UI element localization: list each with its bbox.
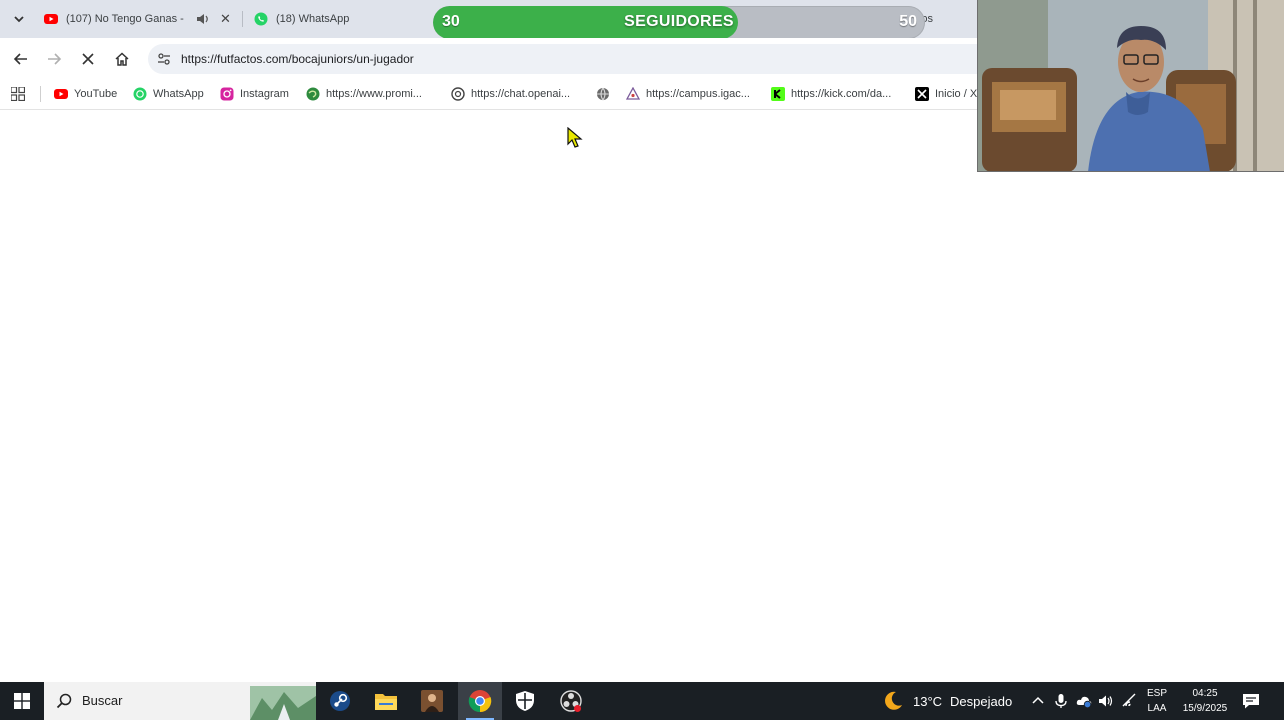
back-button[interactable] [10,48,32,70]
youtube-icon [54,89,68,99]
whatsapp-icon [133,87,147,101]
forward-button[interactable] [43,48,65,70]
bookmark-label: https://kick.com/da... [791,88,892,100]
bookmark-openai[interactable]: https://chat.openai... [451,86,570,102]
openai-icon [451,87,465,101]
moon-icon [885,691,902,710]
speaker-icon[interactable] [196,13,210,25]
tab-separator [242,11,243,27]
bookmark-youtube[interactable]: YouTube [54,86,117,102]
input-language[interactable]: ESP LAA [1146,686,1168,716]
x-icon [915,87,929,101]
bookmark-label: WhatsApp [153,88,204,100]
cloud-sync-icon[interactable] [1076,693,1092,709]
campus-icon [626,87,640,100]
bookmark-kick[interactable]: https://kick.com/da... [771,86,891,102]
folder-icon [375,694,397,710]
arrow-left-icon [13,53,27,65]
weather-widget[interactable]: 13°C Despejado [882,682,1012,720]
weather-temp: 13°C [913,693,943,709]
game-icon [421,690,443,712]
youtube-icon [44,14,58,24]
language-code: ESP [1146,688,1167,699]
apps-grid-icon[interactable] [11,87,25,101]
kick-icon [771,87,785,101]
weather-condition: Despejado [950,693,1013,709]
page-content [0,111,1284,682]
whatsapp-icon [254,12,268,26]
bookmark-separator [40,86,41,102]
taskbar-steam[interactable] [318,682,362,720]
system-clock[interactable]: 04:25 15/9/2025 [1176,686,1234,716]
taskbar: Buscar 13°C Despejado ESP LAA 04:25 15/9… [0,682,1284,720]
microphone-icon[interactable] [1053,693,1069,709]
close-icon [82,53,94,65]
site-settings-icon[interactable] [156,51,172,67]
bookmarks-bar: YouTube WhatsApp Instagram https://www.p… [0,78,980,110]
steam-icon [330,691,350,711]
taskbar-app-game[interactable] [410,682,454,720]
taskbar-file-explorer[interactable] [364,682,408,720]
home-button[interactable] [111,48,133,70]
wifi-icon[interactable] [1122,693,1138,709]
globe-green-icon [306,87,320,101]
tab-title: (18) WhatsApp [276,13,350,25]
goal-end-value: 50 [899,13,917,30]
bookmark-label: https://www.promi... [326,88,422,100]
bookmark-promi[interactable]: https://www.promi... [306,86,422,102]
mouse-cursor-icon [567,127,583,148]
search-icon [56,693,72,709]
tab-whatsapp[interactable]: (18) WhatsApp [254,6,424,32]
notification-icon[interactable] [1242,692,1260,710]
tab-search-button[interactable] [8,8,30,30]
taskbar-chrome[interactable] [458,682,502,720]
arrow-right-icon [48,53,62,65]
windows-icon [14,693,30,709]
chrome-icon [468,690,492,713]
search-highlight-image [250,686,316,720]
start-button[interactable] [0,682,44,720]
screen: (107) No Tengo Ganas - ✕ (18) WhatsApp ✕… [0,0,1284,720]
bookmark-globe[interactable] [596,86,616,102]
tab-youtube[interactable]: (107) No Tengo Ganas - [44,6,194,32]
globe-icon [597,87,609,101]
url-text[interactable]: https://futfactos.com/bocajuniors/un-jug… [181,52,414,66]
bookmark-instagram[interactable]: Instagram [220,86,289,102]
chevron-up-icon[interactable] [1030,693,1046,709]
address-bar[interactable]: https://futfactos.com/bocajuniors/un-jug… [148,44,980,74]
bookmark-x[interactable]: Inicio / X [915,86,977,102]
bookmark-label: Inicio / X [935,88,978,100]
goal-label: SEGUIDORES [624,13,734,30]
search-placeholder: Buscar [82,693,123,708]
tab-close-button[interactable]: ✕ [220,12,231,25]
taskbar-obs[interactable] [549,682,593,720]
bookmark-whatsapp[interactable]: WhatsApp [133,86,204,102]
home-icon [115,52,129,66]
tab-title: (107) No Tengo Ganas - [66,13,184,25]
webcam-feed [978,0,1284,171]
obs-icon [560,690,582,712]
bookmark-campus[interactable]: https://campus.igac... [626,86,750,102]
speaker-icon[interactable] [1098,693,1114,709]
chevron-down-icon [14,16,24,23]
bookmark-label: https://campus.igac... [646,88,750,100]
taskbar-search[interactable]: Buscar [44,682,316,720]
browser-toolbar: https://futfactos.com/bocajuniors/un-jug… [0,38,980,78]
webcam-overlay [977,0,1284,172]
bookmark-label: Instagram [240,88,289,100]
instagram-icon [220,87,234,101]
clock-date: 15/9/2025 [1182,703,1228,714]
shield-icon [516,691,534,711]
taskbar-security[interactable] [503,682,547,720]
bookmark-label: https://chat.openai... [471,88,571,100]
keyboard-layout: LAA [1147,703,1167,714]
clock-time: 04:25 [1192,688,1218,699]
bookmark-label: YouTube [74,88,118,100]
stop-loading-button[interactable] [77,48,99,70]
follower-goal-bar: 30 SEGUIDORES 50 [433,6,925,39]
